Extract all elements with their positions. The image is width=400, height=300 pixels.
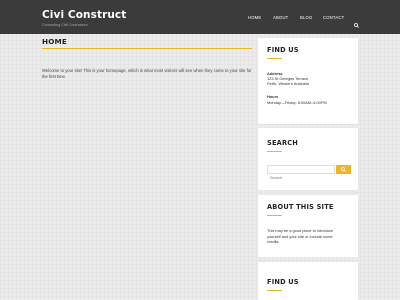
site-tagline: Connecting Civil Contractors	[42, 23, 88, 27]
nav-item-contact[interactable]: CONTACT	[323, 15, 344, 20]
widget-find-us-2: FIND US	[258, 262, 358, 300]
widget-title: FIND US	[267, 278, 299, 286]
widget-divider	[267, 215, 282, 216]
nav-item-about[interactable]: ABOUT	[273, 15, 288, 20]
widget-about: ABOUT THIS SITE This may be a good place…	[258, 195, 358, 257]
hours-label: Hours	[267, 94, 279, 99]
widget-title: ABOUT THIS SITE	[267, 203, 334, 211]
nav-item-home[interactable]: HOME	[248, 15, 261, 20]
search-icon[interactable]	[354, 15, 359, 28]
widget-find-us: FIND US Address 123 St Georges Terrace P…	[258, 38, 358, 124]
widget-divider	[267, 58, 282, 59]
about-text-line-1: This may be a good place to introduce	[267, 228, 333, 233]
search-submit-button[interactable]	[336, 165, 351, 174]
widget-divider	[267, 151, 282, 152]
widget-title: SEARCH	[267, 139, 298, 147]
title-divider	[42, 48, 252, 49]
search-input[interactable]	[268, 174, 334, 182]
main-nav: HOME ABOUT BLOG CONTACT	[0, 15, 400, 21]
widget-search: SEARCH	[258, 128, 358, 190]
widget-title: FIND US	[267, 46, 299, 54]
hours-value: Monday—Friday: 8:00AM–5:00PM	[267, 100, 327, 105]
search-icon	[341, 167, 346, 172]
about-text-line-2: yourself and your site or include some	[267, 233, 333, 239]
search-input-wrapper	[267, 165, 335, 182]
nav-item-blog[interactable]: BLOG	[300, 15, 312, 20]
address-line-2: Perth, Western Australia	[267, 81, 309, 86]
widget-divider	[267, 290, 282, 291]
about-text-line-3: credits.	[267, 239, 280, 244]
main-title: HOME	[42, 37, 67, 46]
intro-text: Welcome to your site! This is your homep…	[42, 68, 252, 79]
site-header: Civi Construct Connecting Civil Contract…	[0, 0, 400, 34]
